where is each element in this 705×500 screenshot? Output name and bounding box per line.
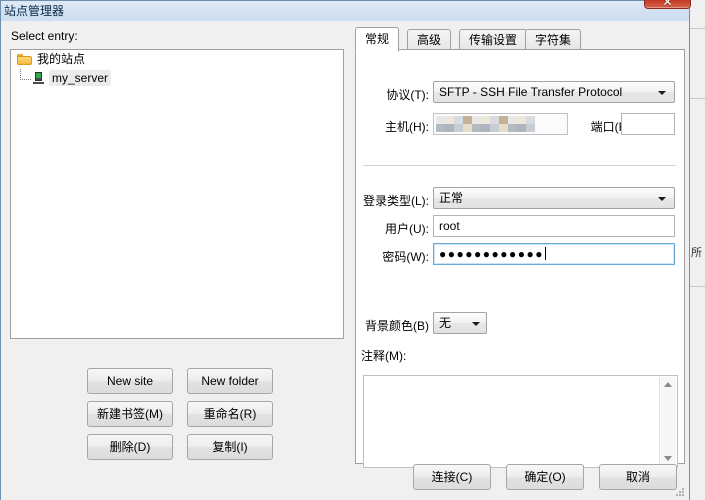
redacted-pixel bbox=[481, 124, 490, 132]
background-window: 所 bbox=[688, 0, 705, 500]
window-title: 站点管理器 bbox=[4, 4, 65, 18]
duplicate-button[interactable]: 复制(I) bbox=[187, 434, 273, 460]
user-label: 用户(U): bbox=[385, 222, 429, 236]
cancel-button[interactable]: 取消 bbox=[599, 464, 677, 490]
section-divider bbox=[363, 165, 676, 166]
logon-type-label: 登录类型(L): bbox=[362, 194, 429, 208]
tree-item-my-server[interactable]: my_server bbox=[11, 69, 343, 88]
tab-advanced[interactable]: 高级 bbox=[407, 29, 452, 51]
redacted-pixel bbox=[445, 116, 454, 124]
redacted-pixel bbox=[508, 124, 517, 132]
port-input[interactable] bbox=[621, 113, 675, 135]
folder-icon bbox=[17, 53, 32, 65]
password-input[interactable]: ●●●●●●●●●●●● bbox=[433, 243, 675, 265]
grip-dot bbox=[679, 491, 681, 493]
bg-divider bbox=[689, 286, 705, 287]
tree-connector-icon bbox=[20, 69, 31, 80]
protocol-select-value: SFTP - SSH File Transfer Protocol bbox=[439, 85, 623, 99]
new-site-button[interactable]: New site bbox=[87, 368, 173, 394]
new-folder-button[interactable]: New folder bbox=[187, 368, 273, 394]
redacted-pixel bbox=[472, 116, 481, 124]
close-icon[interactable]: ✕ bbox=[644, 0, 691, 9]
text-caret bbox=[544, 247, 546, 260]
chevron-down-icon bbox=[658, 91, 666, 95]
logon-type-select[interactable]: 正常 bbox=[433, 187, 675, 209]
redacted-pixel bbox=[463, 124, 472, 132]
user-input[interactable]: root bbox=[433, 215, 675, 237]
bg-divider bbox=[689, 28, 705, 29]
tab-transfer-settings[interactable]: 传输设置 bbox=[459, 29, 528, 51]
background-color-label: 背景颜色(B) bbox=[365, 319, 429, 333]
tree-item-my-sites-label: 我的站点 bbox=[37, 52, 86, 66]
host-label: 主机(H): bbox=[385, 120, 429, 134]
tree-item-my-sites[interactable]: 我的站点 bbox=[11, 50, 343, 69]
server-icon bbox=[33, 72, 44, 85]
scroll-down-icon[interactable] bbox=[664, 456, 672, 461]
redacted-pixel bbox=[454, 116, 463, 124]
comments-textarea[interactable] bbox=[363, 375, 678, 468]
redacted-pixel bbox=[436, 116, 445, 124]
new-bookmark-button[interactable]: 新建书签(M) bbox=[87, 401, 173, 427]
grip-dot bbox=[676, 494, 678, 496]
redacted-pixel bbox=[463, 116, 472, 124]
dialog-client-area: Select entry: 我的站点 my_server New site Ne… bbox=[1, 21, 689, 500]
rename-button[interactable]: 重命名(R) bbox=[187, 401, 273, 427]
grip-dot bbox=[682, 488, 684, 490]
redacted-pixel bbox=[517, 116, 526, 124]
grip-dot bbox=[682, 494, 684, 496]
chevron-down-icon bbox=[472, 322, 480, 326]
redacted-pixel bbox=[499, 124, 508, 132]
comments-scrollbar[interactable] bbox=[659, 377, 676, 466]
site-manager-dialog: 站点管理器 ✕ Select entry: 我的站点 my_server New… bbox=[0, 0, 691, 500]
resize-grip-icon[interactable] bbox=[674, 486, 686, 498]
chevron-down-icon bbox=[658, 197, 666, 201]
redacted-pixel bbox=[481, 116, 490, 124]
ok-button[interactable]: 确定(O) bbox=[506, 464, 584, 490]
tab-general[interactable]: 常规 bbox=[355, 27, 400, 52]
redacted-pixel bbox=[526, 116, 535, 124]
scroll-up-icon[interactable] bbox=[664, 382, 672, 387]
redacted-pixel bbox=[445, 124, 454, 132]
grip-dot bbox=[682, 491, 684, 493]
comments-label: 注释(M): bbox=[361, 349, 407, 363]
host-redacted-overlay bbox=[436, 114, 536, 134]
redacted-pixel bbox=[490, 116, 499, 124]
background-color-select[interactable]: 无 bbox=[433, 312, 487, 334]
host-input[interactable] bbox=[433, 113, 568, 135]
settings-tab-bar: 常规 高级 传输设置 字符集 bbox=[355, 27, 685, 52]
password-label: 密码(W): bbox=[382, 250, 429, 264]
bg-window-glyph: 所 bbox=[691, 247, 702, 259]
close-glyph: ✕ bbox=[662, 0, 673, 9]
select-entry-label: Select entry: bbox=[11, 29, 78, 43]
password-input-value: ●●●●●●●●●●●● bbox=[439, 247, 544, 261]
logon-type-select-value: 正常 bbox=[439, 191, 464, 205]
tab-charset[interactable]: 字符集 bbox=[525, 29, 582, 51]
background-color-select-value: 无 bbox=[439, 316, 452, 330]
delete-button[interactable]: 删除(D) bbox=[87, 434, 173, 460]
redacted-pixel bbox=[436, 124, 445, 132]
redacted-pixel bbox=[526, 124, 535, 132]
title-bar: 站点管理器 ✕ bbox=[1, 0, 691, 21]
bg-divider bbox=[689, 98, 705, 99]
user-input-value: root bbox=[439, 219, 460, 233]
site-tree[interactable]: 我的站点 my_server bbox=[10, 49, 344, 339]
protocol-select[interactable]: SFTP - SSH File Transfer Protocol bbox=[433, 81, 675, 103]
tree-item-my-server-label: my_server bbox=[49, 70, 112, 86]
redacted-pixel bbox=[472, 124, 481, 132]
redacted-pixel bbox=[508, 116, 517, 124]
redacted-pixel bbox=[517, 124, 526, 132]
redacted-pixel bbox=[490, 124, 499, 132]
general-tab-panel: 协议(T): SFTP - SSH File Transfer Protocol… bbox=[355, 49, 685, 468]
redacted-pixel bbox=[454, 124, 463, 132]
protocol-label: 协议(T): bbox=[386, 88, 429, 102]
grip-dot bbox=[679, 494, 681, 496]
redacted-pixel bbox=[499, 116, 508, 124]
connect-button[interactable]: 连接(C) bbox=[413, 464, 491, 490]
